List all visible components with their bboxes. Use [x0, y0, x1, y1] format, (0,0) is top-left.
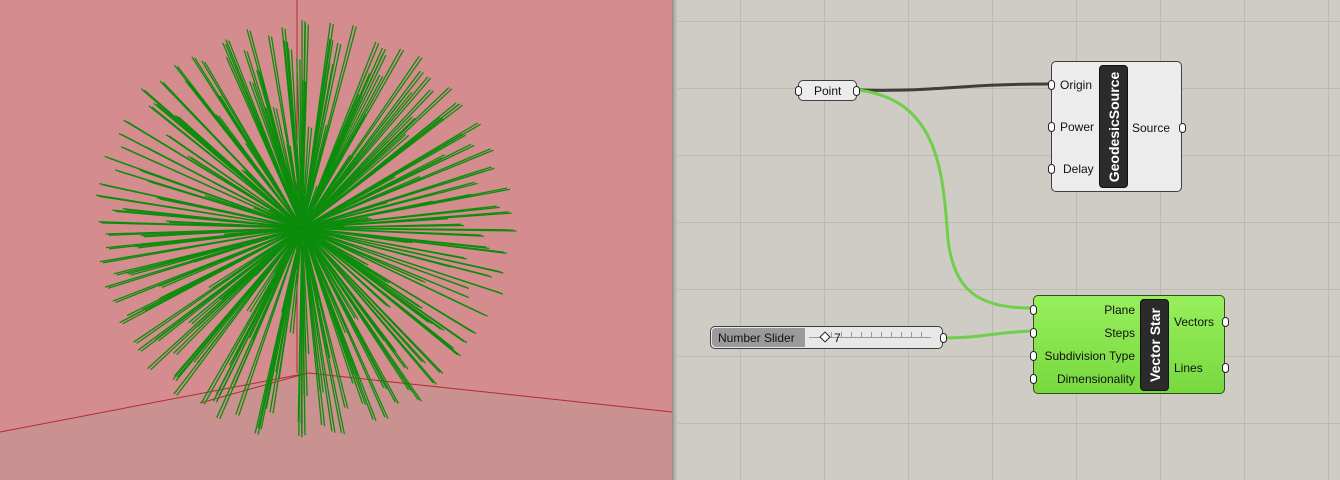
vector-star-input-subdivision-type: Subdivision Type	[1044, 349, 1135, 363]
point-param[interactable]: Point	[795, 80, 860, 101]
vector-star-title-text: Vector Star	[1146, 308, 1163, 382]
vector-star-component[interactable]: Plane Steps Subdivision Type Dimensional…	[1030, 295, 1229, 394]
geodesic-source-title[interactable]: GeodesicSource	[1099, 65, 1128, 188]
rhino-viewport[interactable]	[0, 0, 672, 480]
wires-layer	[857, 82, 1049, 340]
lines-output-port[interactable]	[1222, 363, 1229, 373]
vector-star-title[interactable]: Vector Star	[1140, 299, 1169, 391]
vector-star-input-steps: Steps	[1104, 326, 1135, 340]
vectors-output-port[interactable]	[1222, 317, 1229, 327]
number-slider-label: Number Slider	[718, 331, 795, 345]
slider-output-port[interactable]	[940, 333, 947, 343]
power-input-port[interactable]	[1048, 122, 1055, 132]
wire-slider-to-steps	[942, 329, 1031, 340]
geodesic-source-component[interactable]: Origin Power Delay GeodesicSource Source	[1048, 61, 1186, 192]
dimensionality-input-port[interactable]	[1030, 374, 1037, 384]
delay-input-port[interactable]	[1048, 164, 1055, 174]
point-param-label: Point	[814, 84, 842, 98]
number-slider-value: 7	[834, 331, 841, 345]
number-slider[interactable]: Number Slider 7	[710, 326, 947, 349]
geodesic-source-title-text: GeodesicSource	[1105, 71, 1122, 182]
geodesic-input-power: Power	[1060, 120, 1095, 134]
origin-input-port[interactable]	[1048, 80, 1055, 90]
source-output-port[interactable]	[1179, 123, 1186, 133]
wire-point-to-origin	[857, 82, 1049, 92]
geodesic-input-origin: Origin	[1060, 78, 1093, 92]
vector-star-input-plane: Plane	[1104, 303, 1135, 317]
vector-star-input-dimensionality: Dimensionality	[1056, 372, 1135, 386]
point-input-port[interactable]	[795, 86, 802, 96]
plane-input-port[interactable]	[1030, 305, 1037, 315]
subdivision-type-input-port[interactable]	[1030, 351, 1037, 361]
number-slider-grip[interactable]	[819, 331, 831, 343]
number-slider-ticks	[831, 332, 931, 337]
geodesic-output-source: Source	[1132, 121, 1171, 135]
geodesic-input-delay: Delay	[1063, 162, 1094, 176]
grasshopper-canvas[interactable]: Point Origin Power Delay GeodesicSource …	[678, 0, 1340, 480]
steps-input-port[interactable]	[1030, 328, 1037, 338]
wire-point-to-plane	[857, 88, 1031, 310]
vector-star-output-lines: Lines	[1174, 361, 1203, 375]
viewport-scene	[0, 0, 672, 480]
vector-star-output-vectors: Vectors	[1174, 315, 1215, 329]
point-output-port[interactable]	[853, 86, 860, 96]
